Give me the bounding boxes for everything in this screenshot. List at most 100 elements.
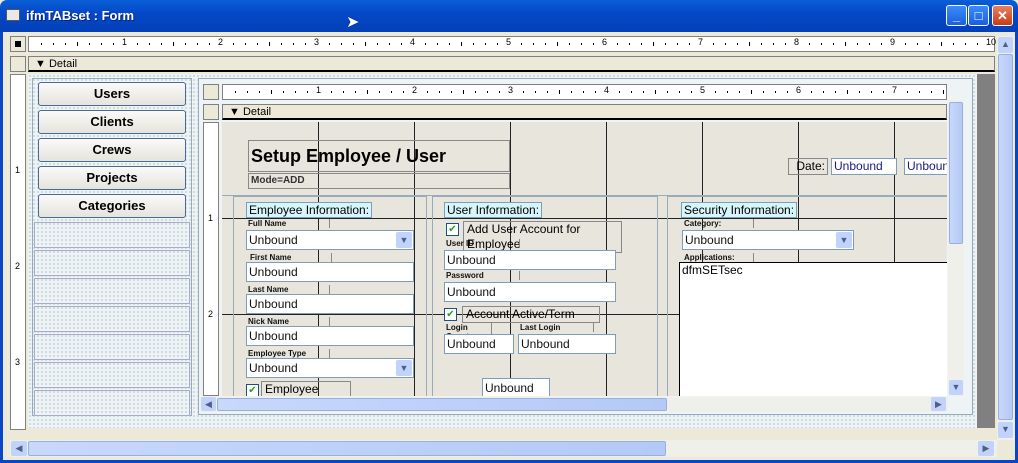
applications-subform[interactable]: dfmSETsec — [679, 262, 947, 396]
account-active-label: Account Active/Term — [462, 306, 600, 323]
vertical-scrollbar[interactable]: ▲ ▼ — [997, 36, 1014, 440]
ruler-number: 6 — [602, 37, 608, 47]
ruler-number: 5 — [700, 85, 706, 95]
mouse-cursor-icon: ➤ — [346, 14, 360, 31]
employee-type-combo[interactable]: Unbound ▼ — [246, 358, 414, 378]
ruler-number: 3 — [314, 37, 320, 47]
scroll-right-icon[interactable]: ▶ — [978, 441, 994, 456]
applications-label: Applications: — [682, 253, 754, 262]
ruler-number: 5 — [506, 37, 512, 47]
scroll-thumb[interactable] — [998, 54, 1013, 420]
maximize-button[interactable]: □ — [968, 5, 989, 26]
subform-vertical-scrollbar[interactable]: ▼ — [948, 100, 964, 396]
full-name-value: Unbound — [249, 233, 298, 247]
vertical-ruler: 1 2 3 — [10, 74, 26, 430]
nav-button-crews[interactable]: Crews — [38, 138, 186, 162]
subform-horizontal-scrollbar[interactable]: ◀ ▶ — [200, 397, 948, 412]
close-button[interactable]: ✕ — [992, 5, 1013, 26]
date-field-2[interactable]: Unbound — [904, 158, 947, 175]
form-title: Setup Employee / User — [248, 140, 510, 172]
scroll-up-icon[interactable]: ▲ — [998, 37, 1013, 53]
ruler-number: 8 — [794, 37, 800, 47]
scroll-thumb[interactable] — [28, 441, 666, 456]
employee-info-header: Employee Information: — [246, 202, 373, 218]
ruler-number: 3 — [15, 357, 21, 367]
password-field[interactable]: Unbound — [444, 282, 616, 302]
date-field[interactable]: Unbound — [831, 158, 897, 175]
window-title: ifmTABset : Form — [26, 8, 135, 23]
first-name-label: First Name — [248, 253, 332, 262]
nav-button-projects[interactable]: Projects — [38, 166, 186, 190]
last-name-field[interactable]: Unbound — [246, 294, 414, 314]
scroll-right-icon[interactable]: ▶ — [931, 397, 946, 411]
chevron-down-icon[interactable]: ▼ — [396, 360, 412, 376]
section-selector[interactable] — [10, 56, 26, 72]
ruler-number: 7 — [892, 85, 898, 95]
horizontal-scrollbar[interactable]: ◀ ▶ — [10, 440, 997, 457]
detail-label: Detail — [48, 58, 78, 70]
employee-type-value: Unbound — [249, 361, 298, 375]
ruler-number: 1 — [15, 165, 21, 175]
scroll-left-icon[interactable]: ◀ — [11, 441, 27, 456]
account-active-checkbox[interactable]: ✔ — [444, 308, 457, 321]
nav-button-clients[interactable]: Clients — [38, 110, 186, 134]
last-name-label: Last Name — [246, 285, 330, 294]
user-id-label: User ID — [444, 239, 520, 248]
detail-section-bar[interactable]: ▼ Detail — [28, 56, 995, 72]
security-info-header: Security Information: — [681, 202, 798, 218]
subform-detail-label: Detail — [242, 106, 272, 118]
ruler-number: 4 — [410, 37, 416, 47]
form-selector[interactable] — [10, 36, 26, 52]
date-label: Date: — [788, 158, 828, 175]
subform-section-selector[interactable] — [203, 104, 219, 120]
ruler-number: 6 — [796, 85, 802, 95]
scroll-down-icon[interactable]: ▼ — [949, 380, 963, 395]
user-info-header: User Information: — [444, 202, 543, 218]
ruler-number: 2 — [412, 85, 418, 95]
ruler-number: 1 — [208, 213, 214, 223]
canvas-gutter — [977, 74, 995, 428]
scroll-thumb[interactable] — [949, 102, 963, 244]
chevron-down-icon[interactable]: ▼ — [836, 232, 852, 248]
title-bar: ifmTABset : Form _ □ ✕ — [0, 0, 1018, 32]
ruler-number: 1 — [316, 85, 322, 95]
category-label: Category: — [682, 219, 754, 228]
chevron-down-icon[interactable]: ▼ — [396, 232, 412, 248]
employee-active-checkbox[interactable]: ✔ — [246, 384, 259, 396]
user-id-field[interactable]: Unbound — [444, 250, 616, 270]
full-name-combo[interactable]: Unbound ▼ — [246, 230, 414, 250]
full-name-label: Full Name — [246, 219, 330, 228]
nav-button-categories[interactable]: Categories — [38, 194, 186, 218]
subform-detail-area: Setup Employee / User Mode=ADD Date: Unb… — [222, 122, 947, 396]
last-login-field[interactable]: Unbound — [518, 334, 616, 354]
ruler-number: 4 — [604, 85, 610, 95]
ruler-number: 7 — [698, 37, 704, 47]
category-combo[interactable]: Unbound ▼ — [682, 230, 854, 250]
scroll-down-icon[interactable]: ▼ — [998, 422, 1013, 438]
nick-name-label: Nick Name — [246, 317, 330, 326]
subform-selector[interactable] — [203, 84, 219, 100]
minimize-button[interactable]: _ — [946, 5, 967, 26]
subform-horizontal-ruler: 1 2 3 4 5 6 7 — [222, 84, 947, 100]
mode-label: Mode=ADD — [248, 173, 510, 189]
ruler-number: 10 — [986, 37, 997, 47]
unbound-field[interactable]: Unbound — [482, 378, 550, 396]
add-user-account-checkbox[interactable]: ✔ — [446, 223, 459, 236]
scroll-left-icon[interactable]: ◀ — [201, 397, 216, 411]
subform-vertical-ruler: 12 — [203, 122, 219, 396]
ruler-number: 2 — [15, 261, 21, 271]
first-name-field[interactable]: Unbound — [246, 262, 414, 282]
last-login-label: Last Login — [518, 323, 594, 332]
login-count-field[interactable]: Unbound — [444, 334, 514, 354]
password-label: Password — [444, 271, 520, 280]
subform-detail-bar[interactable]: ▼ Detail — [222, 104, 947, 120]
scroll-thumb[interactable] — [217, 398, 667, 411]
ruler-number: 2 — [208, 309, 214, 319]
horizontal-ruler: 1 2 3 4 5 6 7 8 9 10 — [28, 36, 1014, 52]
ruler-number: 2 — [218, 37, 224, 47]
nav-button-users[interactable]: Users — [38, 82, 186, 106]
employee-active-label: Employee Active — [261, 381, 351, 396]
nick-name-field[interactable]: Unbound — [246, 326, 414, 346]
employee-type-label: Employee Type — [246, 349, 330, 358]
category-value: Unbound — [685, 233, 734, 247]
